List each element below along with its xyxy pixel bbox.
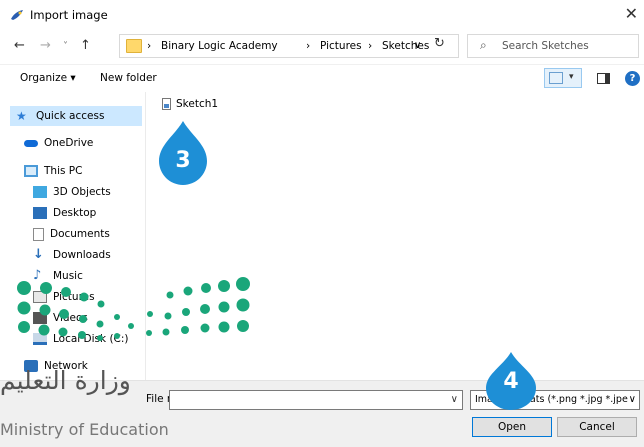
- help-icon[interactable]: ?: [625, 71, 640, 86]
- paint-icon: [11, 10, 23, 20]
- video-icon: [33, 312, 47, 324]
- file-name-input[interactable]: ∨: [169, 390, 463, 410]
- breadcrumb-item[interactable]: Pictures: [320, 40, 362, 52]
- chevron-down-icon[interactable]: ∨: [451, 394, 458, 405]
- sidebar-item-local-disk[interactable]: Local Disk (C:): [33, 329, 129, 349]
- breadcrumb-item[interactable]: Sketches: [382, 40, 429, 52]
- window-title: Import image: [30, 8, 108, 22]
- change-view-button[interactable]: ▾: [544, 68, 582, 88]
- sidebar-item-label: This PC: [44, 165, 83, 177]
- folder-icon: [126, 39, 142, 53]
- desktop-icon: [33, 207, 47, 219]
- sidebar-item-documents[interactable]: Documents: [33, 224, 110, 244]
- back-icon[interactable]: ←: [14, 38, 25, 53]
- sidebar-item-label: Music: [53, 270, 83, 282]
- sidebar-item-label: Quick access: [36, 110, 105, 122]
- cloud-icon: [24, 139, 38, 147]
- sidebar-item-downloads[interactable]: ↓ Downloads: [33, 245, 111, 265]
- view-grid-icon: [549, 72, 563, 84]
- organize-button[interactable]: Organize ▾: [20, 72, 76, 84]
- sidebar-item-music[interactable]: ♪ Music: [33, 266, 83, 286]
- forward-icon[interactable]: →: [40, 38, 51, 53]
- file-item-sketch1[interactable]: Sketch1: [162, 98, 218, 110]
- recent-locations-icon[interactable]: ˅: [63, 41, 68, 52]
- search-icon: ⌕: [480, 38, 487, 52]
- title-bar: Import image ✕: [0, 0, 644, 30]
- navigation-pane[interactable]: ★ Quick access OneDrive This PC 3D Objec…: [0, 92, 146, 380]
- sidebar-item-label: Pictures: [53, 291, 95, 303]
- sidebar-item-label: 3D Objects: [53, 186, 111, 198]
- search-box[interactable]: ⌕ Search Sketches: [467, 34, 639, 58]
- command-bar: Organize ▾ New folder ▾ ?: [0, 64, 644, 92]
- sidebar-item-3d-objects[interactable]: 3D Objects: [33, 182, 111, 202]
- breadcrumb-separator: ›: [147, 40, 152, 52]
- download-icon: ↓: [33, 247, 44, 262]
- sidebar-item-onedrive[interactable]: OneDrive: [24, 133, 93, 153]
- sidebar-item-label: Videos: [53, 312, 88, 324]
- monitor-icon: [24, 165, 38, 177]
- chevron-down-icon: ▾: [569, 72, 574, 82]
- address-bar[interactable]: › Binary Logic Academy › Pictures › Sket…: [119, 34, 459, 58]
- sidebar-item-label: Local Disk (C:): [53, 333, 129, 345]
- refresh-icon[interactable]: ↻: [434, 36, 445, 51]
- breadcrumb-separator: ›: [368, 40, 373, 52]
- breadcrumb-separator: ›: [306, 40, 311, 52]
- step-number: 3: [175, 148, 190, 173]
- breadcrumb-item[interactable]: Binary Logic Academy: [161, 40, 278, 52]
- step-number: 4: [503, 369, 518, 394]
- chevron-down-icon: ∨: [628, 394, 636, 405]
- sidebar-item-desktop[interactable]: Desktop: [33, 203, 96, 223]
- file-list[interactable]: Sketch1: [147, 92, 644, 380]
- network-icon: [24, 360, 38, 372]
- new-folder-button[interactable]: New folder: [100, 72, 157, 84]
- sidebar-item-label: Documents: [50, 228, 110, 240]
- music-icon: ♪: [33, 268, 42, 283]
- sidebar-item-label: Desktop: [53, 207, 97, 219]
- dialog-footer: File name: ∨ Image formats (*.png *.jpg …: [0, 380, 644, 447]
- sidebar-item-pictures[interactable]: Pictures: [33, 287, 95, 307]
- document-icon: [33, 227, 44, 241]
- sidebar-item-network[interactable]: Network: [24, 356, 88, 376]
- close-icon[interactable]: ✕: [625, 4, 638, 23]
- cancel-button[interactable]: Cancel: [557, 417, 637, 437]
- preview-pane-icon[interactable]: [597, 73, 610, 84]
- step-marker-4: 4: [486, 352, 536, 410]
- open-button[interactable]: Open: [472, 417, 552, 437]
- up-folder-icon[interactable]: ↑: [80, 38, 91, 53]
- sidebar-item-label: Network: [44, 360, 88, 372]
- image-file-icon: [162, 98, 171, 110]
- sidebar-item-label: OneDrive: [44, 137, 94, 149]
- pictures-icon: [33, 291, 47, 303]
- step-marker-3: 3: [159, 121, 207, 185]
- sidebar-item-quick-access[interactable]: ★ Quick access: [10, 106, 142, 126]
- address-dropdown-icon[interactable]: ∨: [414, 40, 421, 51]
- disk-icon: [33, 333, 47, 345]
- sidebar-item-label: Downloads: [53, 249, 111, 261]
- star-icon: ★: [16, 109, 27, 123]
- cube-icon: [33, 186, 47, 198]
- sidebar-item-videos[interactable]: Videos: [33, 308, 88, 328]
- file-name: Sketch1: [176, 98, 219, 110]
- sidebar-item-this-pc[interactable]: This PC: [24, 161, 82, 181]
- search-placeholder: Search Sketches: [502, 40, 589, 52]
